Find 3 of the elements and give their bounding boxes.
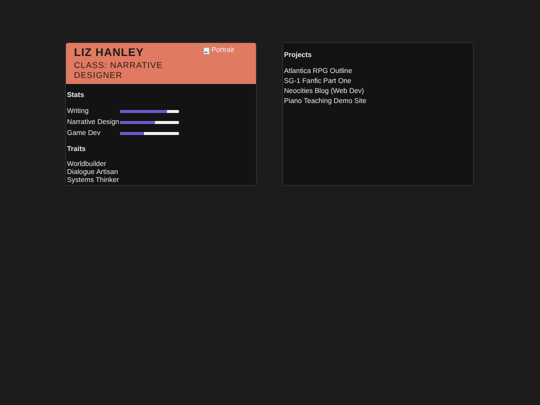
broken-image-icon <box>203 47 210 55</box>
profile-class: CLASS: NARRATIVE DESIGNER <box>74 60 164 80</box>
profile-name: LIZ HANLEY <box>74 47 145 59</box>
